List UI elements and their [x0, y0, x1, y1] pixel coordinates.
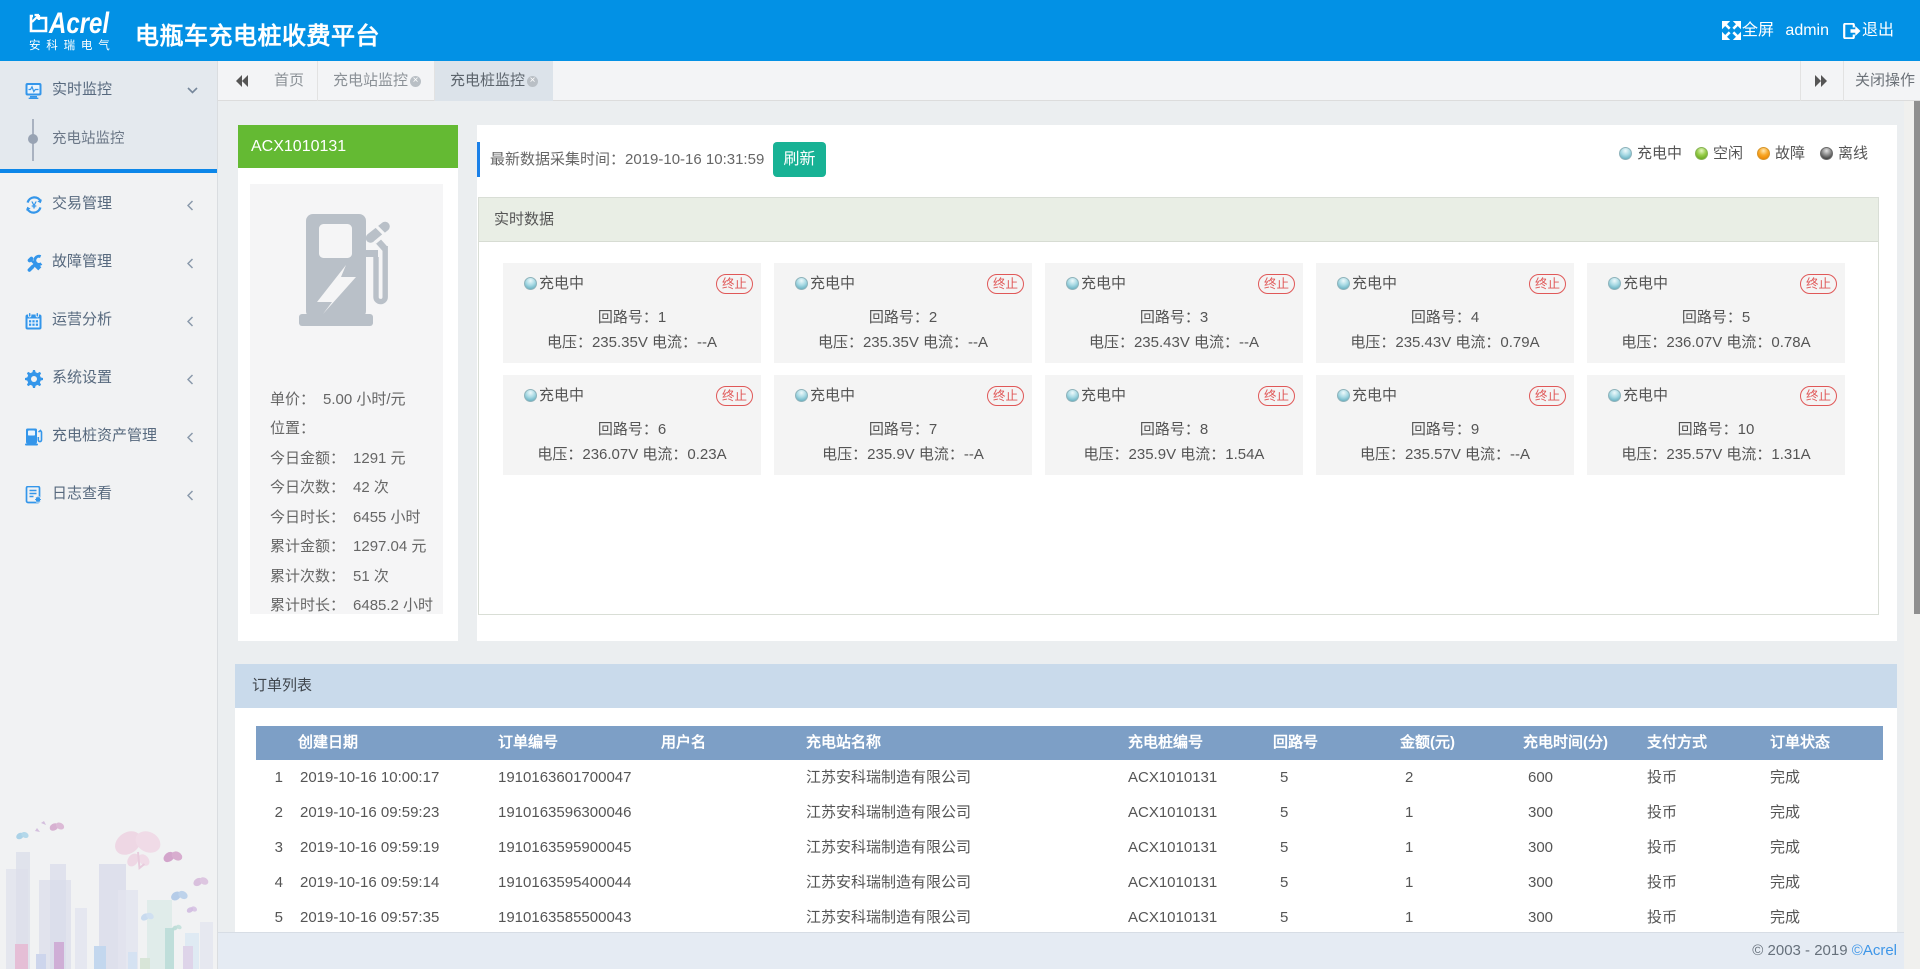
svg-text:¥: ¥ — [31, 201, 37, 212]
